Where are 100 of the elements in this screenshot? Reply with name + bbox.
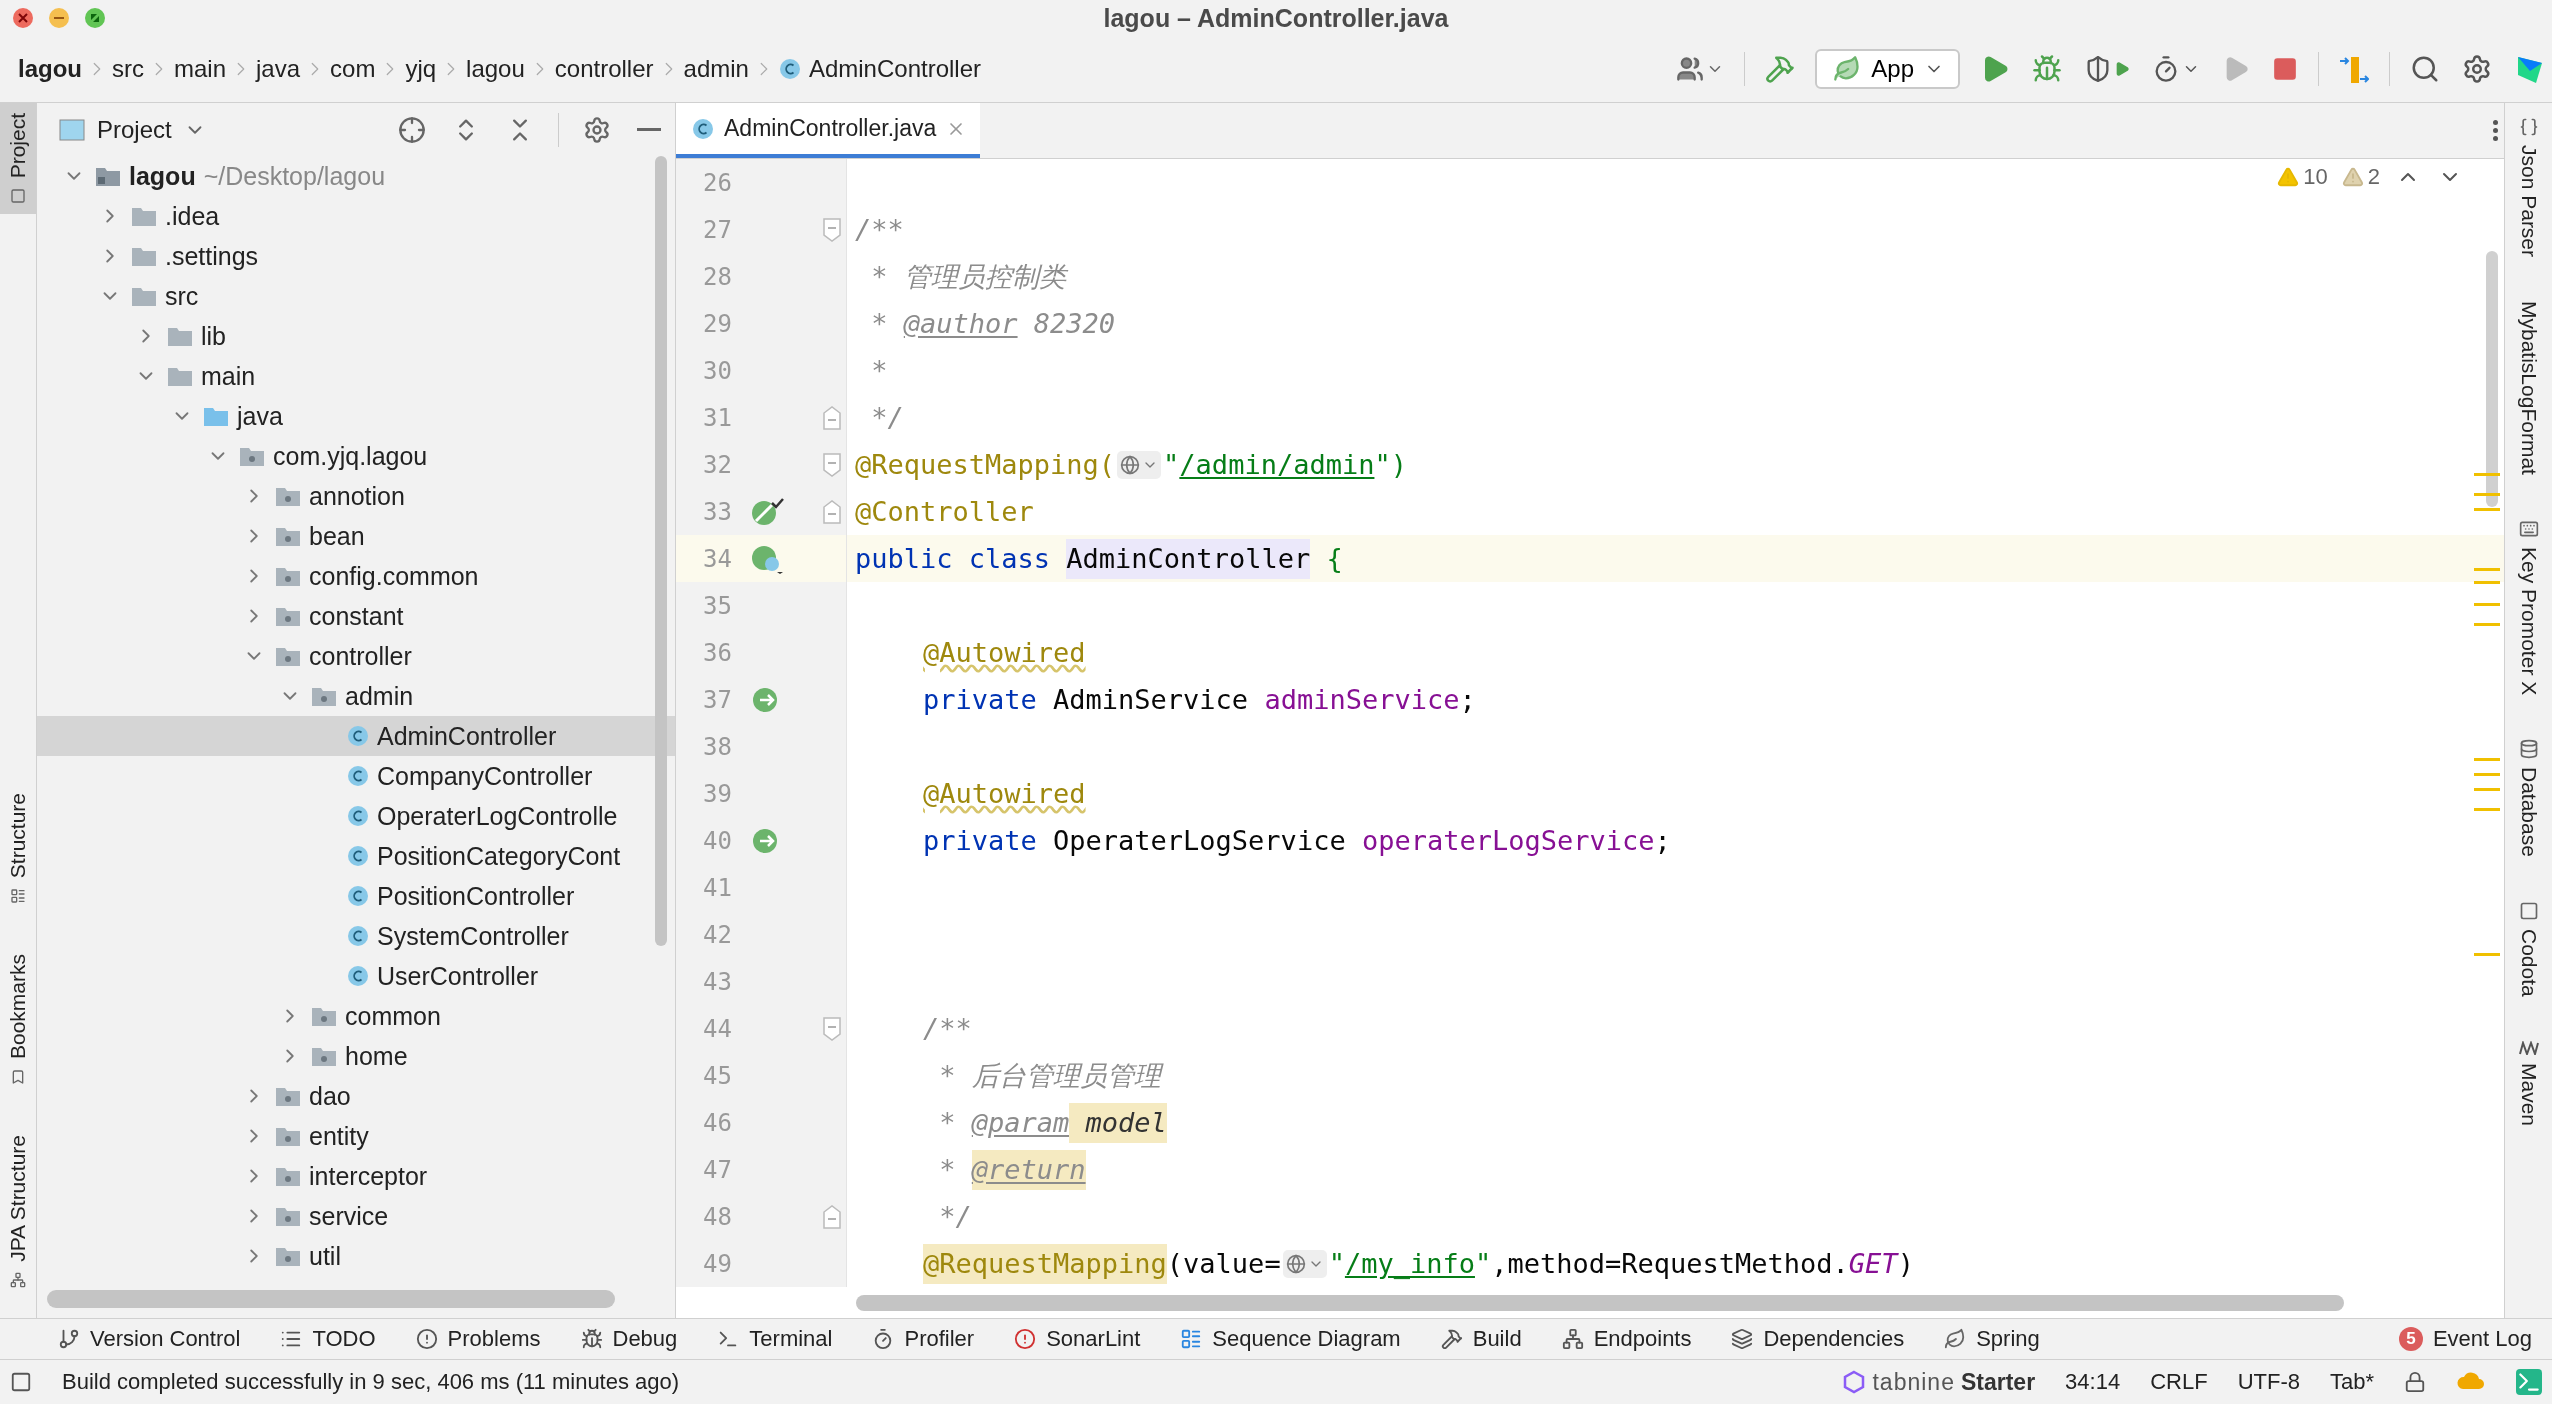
url-inlay-icon[interactable] [1117, 450, 1162, 479]
breadcrumb-item[interactable]: main [174, 55, 227, 83]
tool-window-tab[interactable]: Maven [2516, 1040, 2541, 1126]
fold-icon[interactable] [822, 1015, 842, 1042]
package-icon [275, 485, 301, 507]
class-icon [347, 805, 369, 827]
tool-window-tab[interactable]: Project [0, 103, 36, 215]
tree-item[interactable]: entity [37, 1116, 675, 1156]
terminal-icon[interactable] [2516, 1369, 2542, 1395]
package-icon [275, 525, 301, 547]
bean-check-icon[interactable] [750, 496, 784, 527]
tree-item[interactable]: common [37, 996, 675, 1036]
package-icon [275, 1245, 301, 1267]
breadcrumb-item[interactable]: admin [683, 55, 749, 83]
tree-item[interactable]: CompanyController [37, 756, 675, 796]
fullscreen-window-icon[interactable] [84, 7, 106, 29]
tree-item[interactable]: .idea [37, 196, 675, 236]
breadcrumb-item[interactable]: controller [554, 55, 654, 83]
tree-item[interactable]: com.yjq.lagou [37, 436, 675, 476]
tree-item[interactable]: OperaterLogControlle [37, 796, 675, 836]
tool-window-button[interactable]: Profiler [872, 1326, 975, 1352]
plugin-status[interactable]: tabnine Starter [1842, 1368, 2036, 1396]
tool-window-tab[interactable]: MybatisLogFormat [2516, 301, 2541, 475]
line-separator[interactable]: CRLF [2150, 1369, 2208, 1395]
indent-setting[interactable]: Tab* [2329, 1369, 2374, 1395]
weak-warning-count[interactable]: 2 [2341, 164, 2380, 190]
project-view-dropdown[interactable]: Project [53, 114, 212, 145]
breadcrumb-item[interactable]: com [330, 55, 376, 83]
caret-position[interactable]: 34:14 [2065, 1369, 2121, 1395]
scrollbar[interactable] [655, 156, 667, 946]
minimize-window-icon[interactable] [48, 7, 70, 29]
tree-item[interactable]: config.common [37, 556, 675, 596]
tool-window-button[interactable]: Sequence Diagram [1180, 1326, 1401, 1352]
fold-icon[interactable] [822, 1203, 842, 1230]
tool-window-button[interactable]: Terminal [717, 1326, 833, 1352]
tool-window-tab[interactable]: Key Promoter X [2516, 518, 2541, 696]
tool-window-button[interactable]: Debug [580, 1326, 678, 1352]
breadcrumb-item[interactable]: AdminController [778, 55, 981, 83]
tree-item[interactable]: AdminController [37, 716, 675, 756]
tree-item[interactable]: SystemController [37, 916, 675, 956]
tool-window-button[interactable]: Problems [415, 1326, 541, 1352]
tool-window-tab[interactable]: Structure [0, 782, 36, 915]
tree-item[interactable]: PositionController [37, 876, 675, 916]
branch-icon [58, 1328, 80, 1350]
tool-window-button[interactable]: Spring [1944, 1326, 2040, 1352]
tool-window-tab[interactable]: Bookmarks [0, 944, 36, 1096]
tree-item[interactable]: UserController [37, 956, 675, 996]
tree-item[interactable]: lagou ~/Desktop/lagou [37, 156, 675, 196]
tree-item[interactable]: home [37, 1036, 675, 1076]
tool-window-tab[interactable]: Codota [2516, 901, 2541, 997]
crosshair-icon [398, 115, 426, 144]
tree-item[interactable]: lib [37, 316, 675, 356]
breadcrumb-item[interactable]: yjq [405, 55, 437, 83]
tool-window-button[interactable]: Build [1440, 1326, 1522, 1352]
code-line: @RequestMapping( "/admin/admin") [854, 447, 1407, 482]
run-configuration-dropdown[interactable]: App [1815, 49, 1960, 89]
tool-window-tab[interactable]: JPA Structure [0, 1125, 36, 1298]
url-inlay-icon[interactable] [1282, 1249, 1327, 1278]
tree-item[interactable]: src [37, 276, 675, 316]
tree-item[interactable]: service [37, 1196, 675, 1236]
lock-icon[interactable] [2404, 1371, 2426, 1393]
scrollbar[interactable] [47, 1290, 615, 1308]
package-icon [275, 645, 301, 667]
tool-window-button[interactable]: Dependencies [1731, 1326, 1905, 1352]
close-window-icon[interactable] [12, 7, 34, 29]
tool-window-button[interactable]: TODO [280, 1326, 376, 1352]
tree-item[interactable]: dao [37, 1076, 675, 1116]
breadcrumb-item[interactable]: src [112, 55, 144, 83]
warning-count[interactable]: 10 [2277, 164, 2328, 190]
breadcrumb-item[interactable]: java [256, 55, 301, 83]
tree-item[interactable]: constant [37, 596, 675, 636]
line-number: 48 [702, 1202, 732, 1231]
fold-icon[interactable] [822, 216, 842, 243]
scrollbar[interactable] [856, 1295, 2344, 1311]
tool-window-button[interactable]: Version Control [58, 1326, 241, 1352]
layout-icon[interactable] [10, 1371, 32, 1393]
fold-icon[interactable] [822, 404, 842, 431]
tree-item[interactable]: bean [37, 516, 675, 556]
code-line: @RequestMapping(value= "/my_info",method=RequestMethod.GET) [847, 1240, 1914, 1287]
event-log-button[interactable]: 5 Event Log [2398, 1326, 2532, 1352]
fold-icon[interactable] [822, 498, 842, 525]
bean-class-icon[interactable] [750, 543, 784, 574]
breadcrumb-item[interactable]: lagou [18, 55, 82, 83]
tree-item[interactable]: .settings [37, 236, 675, 276]
tree-item[interactable]: controller [37, 636, 675, 676]
tree-item[interactable]: interceptor [37, 1156, 675, 1196]
tool-window-tab[interactable]: Database [2516, 739, 2541, 858]
fold-icon[interactable] [822, 451, 842, 478]
tool-window-button[interactable]: Endpoints [1561, 1326, 1692, 1352]
tree-item[interactable]: util [37, 1236, 675, 1276]
tree-item[interactable]: main [37, 356, 675, 396]
file-encoding[interactable]: UTF-8 [2237, 1369, 2300, 1395]
tree-item[interactable]: PositionCategoryCont [37, 836, 675, 876]
tool-window-button[interactable]: SonarLint [1014, 1326, 1141, 1352]
tree-item[interactable]: admin [37, 676, 675, 716]
breadcrumb-item[interactable]: lagou [466, 55, 525, 83]
tree-item[interactable]: annotion [37, 476, 675, 516]
tool-window-tab[interactable]: Json Parser [2516, 117, 2541, 258]
editor-tab[interactable]: AdminController.java [676, 103, 981, 158]
tree-item[interactable]: java [37, 396, 675, 436]
